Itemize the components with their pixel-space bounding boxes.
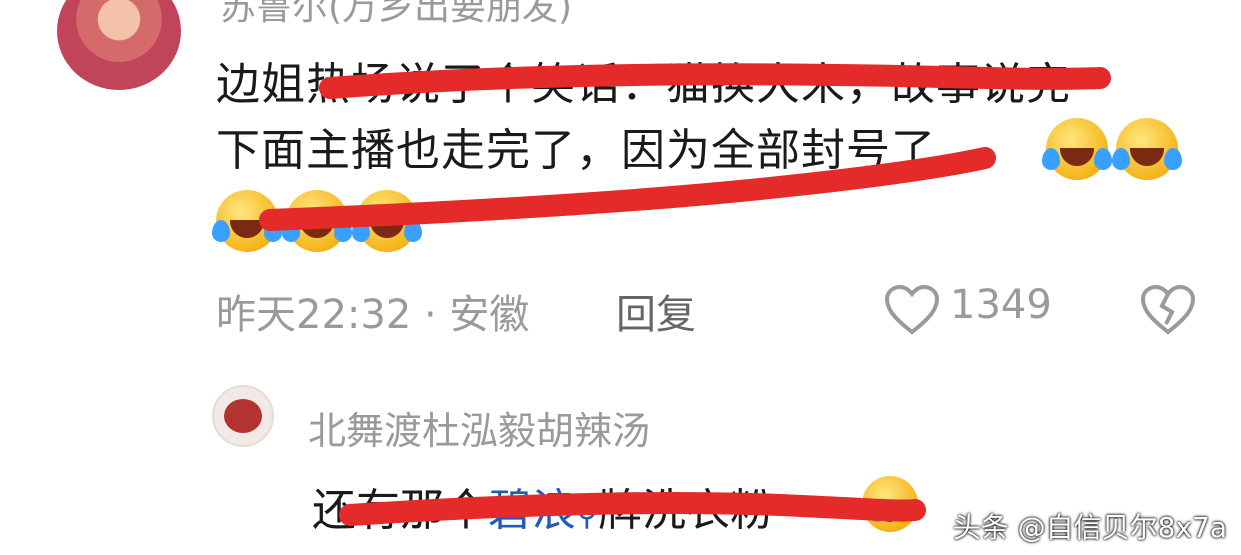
- reply-text: 还有那个碧浪⚲牌洗衣粉: [312, 474, 774, 538]
- search-icon[interactable]: ⚲: [576, 498, 598, 533]
- replier-username[interactable]: 北舞渡杜泓毅胡辣汤: [308, 400, 650, 455]
- reply-button[interactable]: 回复: [616, 282, 696, 340]
- broken-heart-icon: [1140, 284, 1196, 335]
- comment-line-2: 下面主播也走完了，因为全部封号了: [216, 114, 936, 178]
- watermark: 头条 @自信贝尔8x7a: [952, 511, 1227, 544]
- laughing-tears-emoji: [1112, 118, 1182, 180]
- comment-time-location: 昨天22:32 · 安徽: [216, 292, 530, 338]
- reply-text-before: 还有那个: [312, 485, 488, 536]
- comment-line-1: 边姐热场说了个笑话：猫换大米，故事说完: [216, 59, 1071, 110]
- reply-link[interactable]: 碧浪: [488, 485, 576, 536]
- heart-icon: [884, 284, 940, 335]
- laughing-tears-emoji: [212, 190, 282, 252]
- like-count: 1349: [950, 282, 1052, 328]
- crying-emoji: [862, 476, 918, 532]
- reply-text-after: 牌洗衣粉: [597, 485, 774, 536]
- laughing-tears-emoji: [282, 190, 352, 252]
- dislike-button[interactable]: [1140, 284, 1196, 340]
- comment-line-2-text: 下面主播也走完了，因为全部封号了: [216, 125, 936, 176]
- laughing-tears-emoji: [1042, 118, 1112, 180]
- laughing-tears-emoji: [352, 190, 422, 252]
- commenter-username[interactable]: 苏鲁尔(万乡出要朋发): [220, 0, 572, 30]
- like-button[interactable]: [884, 284, 940, 340]
- replier-avatar[interactable]: [212, 385, 274, 447]
- commenter-avatar[interactable]: [57, 0, 181, 90]
